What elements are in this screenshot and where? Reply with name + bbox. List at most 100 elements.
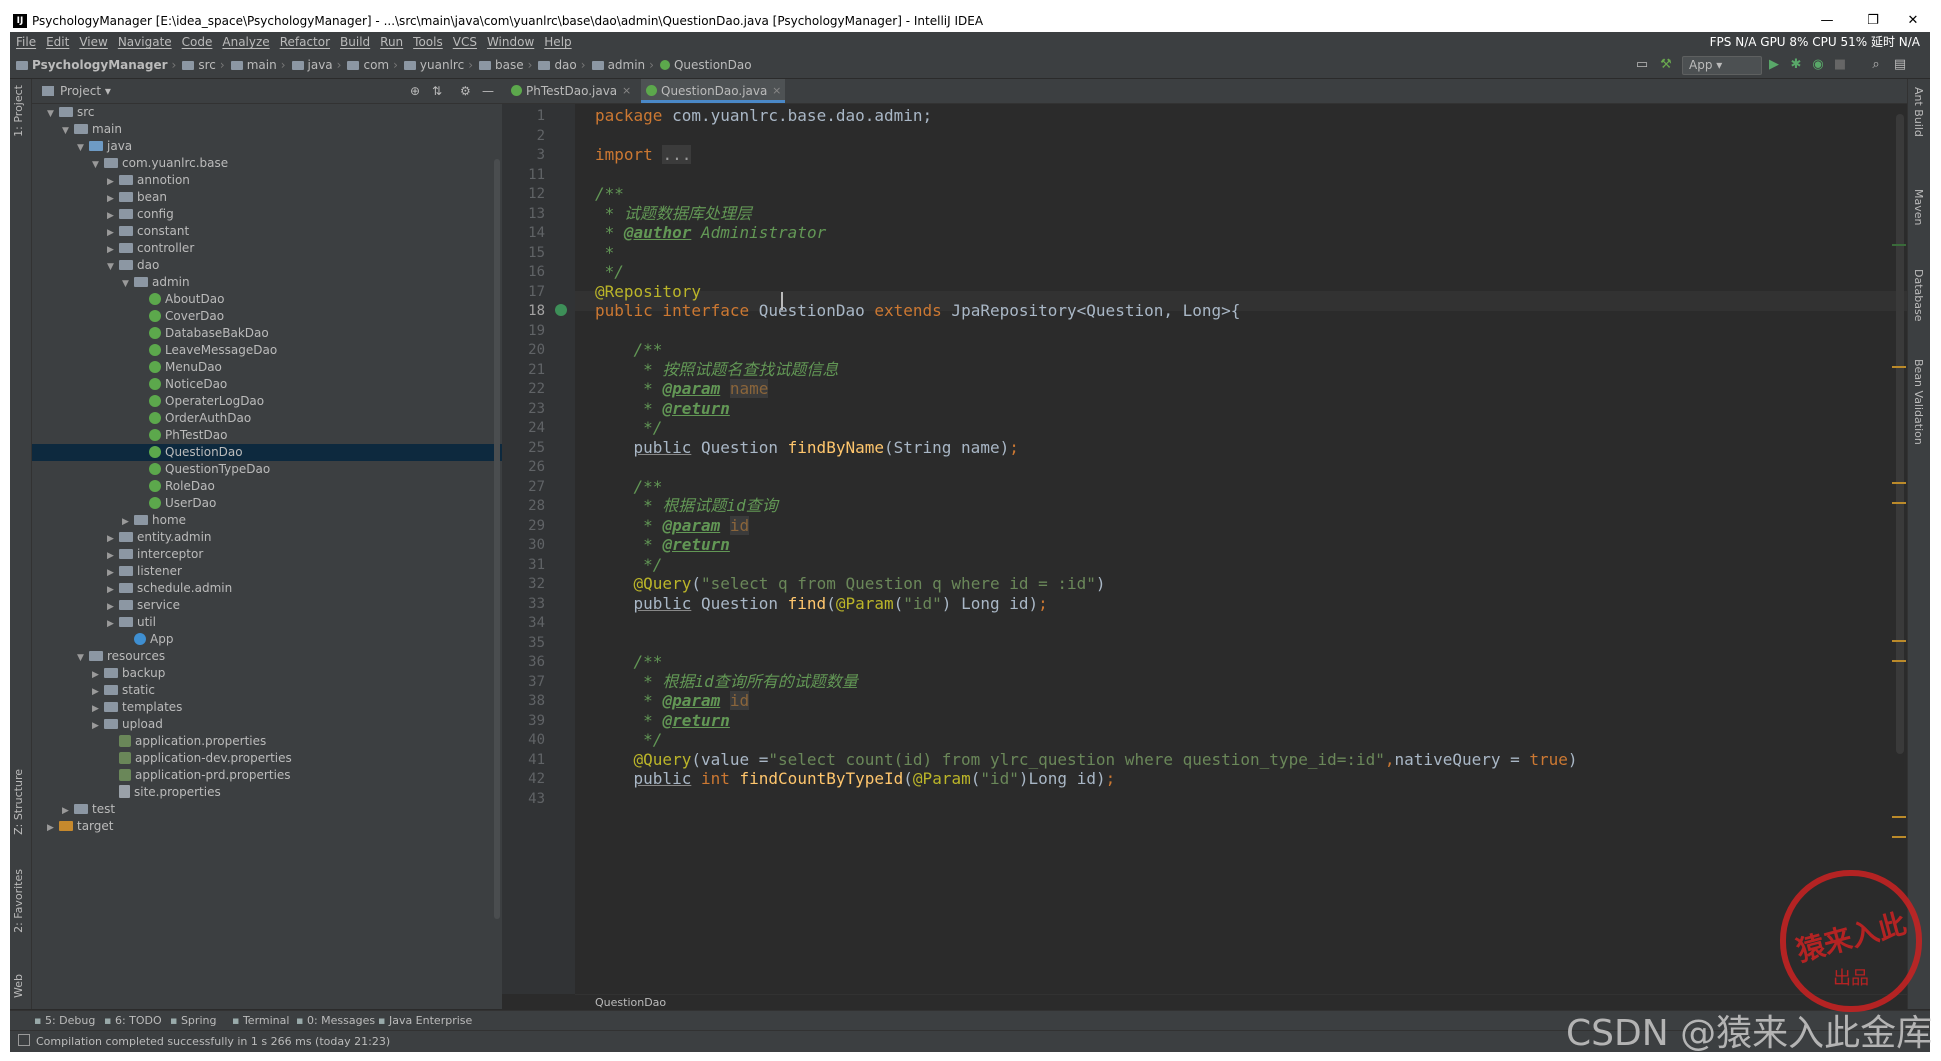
menu-build[interactable]: Build xyxy=(340,32,370,52)
chevron-right-icon[interactable]: ▶ xyxy=(47,820,59,837)
code-line[interactable]: @Query(value ="select count(id) from ylr… xyxy=(595,750,1578,770)
breadcrumb-item[interactable]: dao xyxy=(538,52,577,78)
code-line[interactable]: import ... xyxy=(595,145,692,165)
breadcrumb-item[interactable]: base xyxy=(479,52,524,78)
code-line[interactable]: @Repository xyxy=(595,282,701,302)
tree-node[interactable]: application-prd.properties xyxy=(32,767,502,784)
code-line[interactable]: public interface QuestionDao extends Jpa… xyxy=(595,301,1240,321)
code-line[interactable]: * @return xyxy=(595,711,730,731)
stop-icon[interactable]: ■ xyxy=(1832,57,1848,73)
tree-node[interactable]: ▼ java xyxy=(32,138,502,155)
breadcrumb-item[interactable]: yuanlrc xyxy=(403,52,464,78)
tree-node[interactable]: site.properties xyxy=(32,784,502,801)
menu-analyze[interactable]: Analyze xyxy=(222,32,269,52)
tree-node[interactable]: ▶ controller xyxy=(32,240,502,257)
bottom-tab[interactable]: ▪ 0: Messages xyxy=(296,1011,375,1031)
code-line[interactable]: */ xyxy=(595,730,662,750)
tree-node[interactable]: ▼ main xyxy=(32,121,502,138)
tree-node[interactable]: ▶ target xyxy=(32,818,502,835)
tool-tab-database[interactable]: Database xyxy=(1912,269,1925,322)
tree-node[interactable]: QuestionTypeDao xyxy=(32,461,502,478)
tree-node[interactable]: ▼ resources xyxy=(32,648,502,665)
tree-node[interactable]: ▶ interceptor xyxy=(32,546,502,563)
tree-node[interactable]: OperaterLogDao xyxy=(32,393,502,410)
menu-navigate[interactable]: Navigate xyxy=(118,32,172,52)
editor-tab[interactable]: PhTestDao.java × xyxy=(506,79,635,103)
tree-node[interactable]: ▼ dao xyxy=(32,257,502,274)
menu-code[interactable]: Code xyxy=(182,32,213,52)
menu-help[interactable]: Help xyxy=(544,32,571,52)
vcs-icon[interactable]: ▤ xyxy=(1892,57,1908,73)
tree-node[interactable]: ▶ backup xyxy=(32,665,502,682)
code-line[interactable]: * @param id xyxy=(595,515,750,536)
run-icon[interactable]: ▶ xyxy=(1766,57,1782,73)
menu-file[interactable]: File xyxy=(16,32,36,52)
tree-node[interactable]: PhTestDao xyxy=(32,427,502,444)
menu-tools[interactable]: Tools xyxy=(413,32,443,52)
coverage-icon[interactable]: ◉ xyxy=(1810,57,1826,73)
code-line[interactable]: * @param id xyxy=(595,691,750,711)
tool-tab-ant-build[interactable]: Ant Build xyxy=(1912,87,1925,137)
code-line[interactable]: */ xyxy=(595,418,662,438)
layout-icon[interactable]: ▭ xyxy=(1634,57,1650,73)
code-line[interactable]: * 试题数据库处理层 xyxy=(595,204,752,224)
editor-breadcrumb-item[interactable]: QuestionDao xyxy=(595,996,666,1009)
tree-node[interactable]: DatabaseBakDao xyxy=(32,325,502,342)
tree-node[interactable]: ▶ entity.admin xyxy=(32,529,502,546)
tree-node[interactable]: ▶ upload xyxy=(32,716,502,733)
tree-node[interactable]: UserDao xyxy=(32,495,502,512)
tree-node[interactable]: LeaveMessageDao xyxy=(32,342,502,359)
breadcrumb-item[interactable]: QuestionDao xyxy=(659,52,752,78)
tree-node[interactable]: ▶ schedule.admin xyxy=(32,580,502,597)
editor-tab[interactable]: QuestionDao.java × xyxy=(641,79,786,103)
tree-node[interactable]: application.properties xyxy=(32,733,502,750)
code-line[interactable]: public int findCountByTypeId(@Param("id"… xyxy=(595,769,1116,789)
tree-node[interactable]: App xyxy=(32,631,502,648)
close-button[interactable]: ✕ xyxy=(1890,10,1930,32)
code-line[interactable]: * @author Administrator xyxy=(595,223,827,243)
breadcrumb-item[interactable]: com xyxy=(347,52,389,78)
tree-node[interactable]: ▶ config xyxy=(32,206,502,223)
project-panel-title[interactable]: Project xyxy=(60,84,101,98)
bottom-tab[interactable]: ▪ Terminal xyxy=(232,1011,289,1031)
code-line[interactable]: @Query("select q from Question q where i… xyxy=(595,574,1106,594)
code-line[interactable]: /** xyxy=(595,340,663,360)
breadcrumb-item[interactable]: src xyxy=(182,52,216,78)
breadcrumb-item[interactable]: admin xyxy=(591,52,645,78)
build-hammer-icon[interactable]: ⚒ xyxy=(1658,57,1674,73)
tree-node[interactable]: application-dev.properties xyxy=(32,750,502,767)
tree-node[interactable]: OrderAuthDao xyxy=(32,410,502,427)
hide-icon[interactable]: — xyxy=(482,79,494,103)
menu-window[interactable]: Window xyxy=(487,32,534,52)
code-line[interactable]: public Question findByName(String name); xyxy=(595,438,1019,458)
tree-node[interactable]: NoticeDao xyxy=(32,376,502,393)
menu-vcs[interactable]: VCS xyxy=(453,32,477,52)
tree-node[interactable]: ▶ home xyxy=(32,512,502,529)
tree-node[interactable]: CoverDao xyxy=(32,308,502,325)
breadcrumb-item[interactable]: main xyxy=(230,52,277,78)
tree-node[interactable]: ▶ constant xyxy=(32,223,502,240)
tool-tab-bean-validation[interactable]: Bean Validation xyxy=(1912,359,1925,445)
tree-node[interactable]: ▶ bean xyxy=(32,189,502,206)
bottom-tab[interactable]: ▪ Java Enterprise xyxy=(378,1011,472,1031)
tool-tab-web[interactable]: Web xyxy=(12,974,25,998)
tree-node[interactable]: QuestionDao xyxy=(32,444,502,461)
code-line[interactable]: * 按照试题名查找试题信息 xyxy=(595,360,838,380)
tool-tab-favorites[interactable]: 2: Favorites xyxy=(12,869,25,933)
tree-node[interactable]: ▼ src xyxy=(32,104,502,121)
tree-node[interactable]: ▶ util xyxy=(32,614,502,631)
menu-edit[interactable]: Edit xyxy=(46,32,69,52)
tree-scrollbar[interactable] xyxy=(494,159,500,919)
code-line[interactable]: * @return xyxy=(595,535,730,555)
tree-node[interactable]: ▶ test xyxy=(32,801,502,818)
code-line[interactable]: */ xyxy=(595,262,624,282)
code-line[interactable]: * xyxy=(595,243,615,263)
tree-node[interactable]: AboutDao xyxy=(32,291,502,308)
implemented-gutter-icon[interactable] xyxy=(555,304,567,316)
tool-tab-project[interactable]: 1: Project xyxy=(12,85,25,137)
locate-icon[interactable]: ⊕ xyxy=(410,79,420,103)
code-editor[interactable]: 1 package com.yuanlrc.base.dao.admin; 2 3 im… xyxy=(528,104,1908,994)
tree-node[interactable]: ▼ admin xyxy=(32,274,502,291)
code-line[interactable]: */ xyxy=(595,555,662,575)
close-tab-icon[interactable]: × xyxy=(622,79,631,103)
